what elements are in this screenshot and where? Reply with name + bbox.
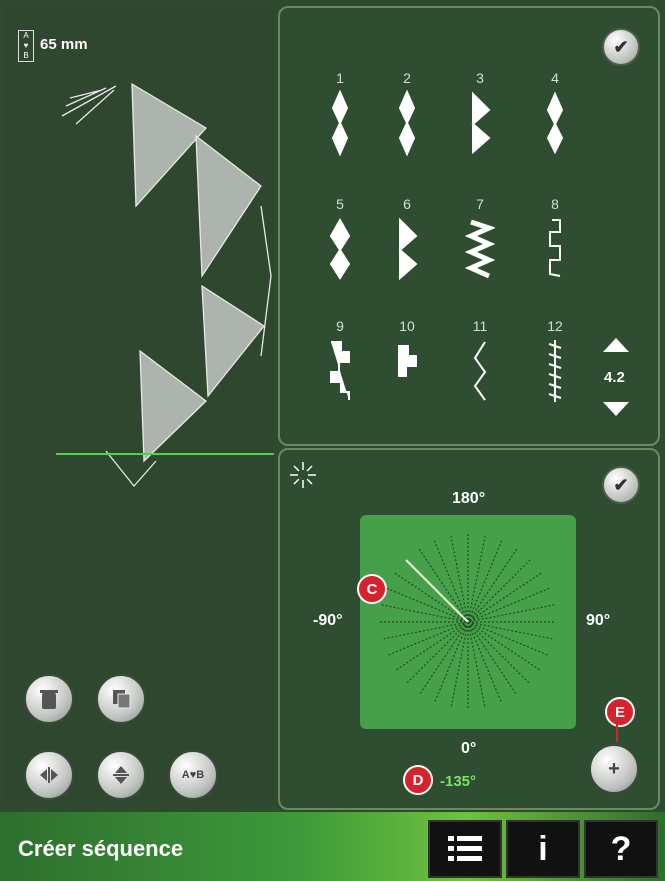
- stitch-number: 8: [551, 196, 559, 212]
- stitch-pattern-icon: [548, 340, 562, 402]
- stitch-pattern-icon: [398, 217, 418, 281]
- stitch-number: 11: [472, 318, 488, 334]
- callout-pointer: [616, 722, 618, 742]
- stitch-item[interactable]: 1: [305, 70, 375, 180]
- check-icon: ✔: [613, 474, 629, 495]
- abb-icon: A♥B: [181, 769, 205, 781]
- sunburst-icon: [290, 462, 316, 488]
- callout-marker-e: E: [605, 697, 635, 727]
- stitch-item[interactable]: 10: [372, 318, 442, 428]
- mirror-vertical-icon: [113, 766, 129, 784]
- current-angle-value: -135°: [440, 773, 477, 790]
- stitch-pattern-icon: [473, 341, 487, 401]
- scroll-up-arrow[interactable]: [603, 338, 629, 352]
- angle-dial-lines: [380, 534, 556, 710]
- stitch-item[interactable]: 6: [372, 196, 442, 306]
- angle-confirm-button[interactable]: ✔: [602, 466, 640, 504]
- dial-selected-line: [405, 559, 469, 623]
- mirror-horizontal-button[interactable]: [24, 750, 74, 800]
- stitch-pattern-icon: [331, 90, 349, 156]
- stitch-pattern-icon: [471, 91, 491, 155]
- callout-marker-d: D: [403, 765, 433, 795]
- stitch-pattern-icon: [465, 219, 495, 279]
- menu-list-button[interactable]: [428, 820, 502, 878]
- stitch-item[interactable]: 9: [305, 318, 375, 428]
- trash-icon: [40, 690, 58, 709]
- help-icon: ?: [610, 829, 632, 868]
- sequence-size-label: 65 mm: [40, 36, 88, 53]
- stitch-number: 6: [403, 196, 411, 212]
- sequence-stitch-preview: [56, 82, 274, 488]
- info-icon: i: [538, 829, 548, 868]
- stitch-item[interactable]: 5: [305, 196, 375, 306]
- stitch-item[interactable]: 8: [520, 196, 590, 306]
- stitch-item[interactable]: 7: [445, 196, 515, 306]
- stitch-pattern-icon: [329, 217, 351, 280]
- callout-marker-c: C: [357, 574, 387, 604]
- stitch-number: 10: [399, 318, 415, 334]
- mirror-vertical-button[interactable]: [96, 750, 146, 800]
- plus-icon: +: [608, 757, 620, 780]
- stitch-item[interactable]: 11: [445, 318, 515, 428]
- mirror-horizontal-icon: [40, 767, 58, 783]
- stitch-number: 4: [551, 70, 559, 86]
- stitch-number: 5: [336, 196, 344, 212]
- stitch-confirm-button[interactable]: ✔: [602, 28, 640, 66]
- help-button[interactable]: ?: [584, 820, 658, 878]
- stitch-item[interactable]: 12: [520, 318, 590, 428]
- copy-button[interactable]: [96, 674, 146, 724]
- footer-title: Créer séquence: [18, 836, 184, 861]
- angle-label-right: 90°: [586, 612, 611, 629]
- stitch-number: 7: [476, 196, 484, 212]
- footer-bar: Créer séquence i ?: [0, 812, 665, 881]
- check-icon: ✔: [613, 36, 629, 57]
- angle-label-bottom: 0°: [461, 740, 477, 757]
- stitch-pattern-icon: [330, 341, 350, 400]
- stitch-number: 9: [336, 318, 344, 334]
- stitch-pattern-icon: [546, 91, 564, 155]
- scroll-down-arrow[interactable]: [603, 402, 629, 416]
- stitch-item[interactable]: 2: [372, 70, 442, 180]
- angle-dial[interactable]: [360, 515, 576, 729]
- stitch-number: 2: [403, 70, 411, 86]
- angle-label-top: 180°: [452, 490, 486, 507]
- stitch-pattern-icon: [549, 219, 561, 277]
- stitch-item[interactable]: 4: [520, 70, 590, 180]
- text-sequence-button[interactable]: A♥B: [168, 750, 218, 800]
- angle-label-left: -90°: [313, 612, 343, 629]
- stitch-item[interactable]: 3: [445, 70, 515, 180]
- sequence-size-icon: A ♥ B: [18, 30, 34, 62]
- list-icon: [448, 836, 482, 861]
- sequence-preview-panel[interactable]: A ♥ B 65 mm A♥B: [6, 6, 274, 806]
- add-angle-button[interactable]: +: [589, 744, 639, 794]
- stitch-pattern-icon: [398, 90, 416, 156]
- delete-button[interactable]: [24, 674, 74, 724]
- stitch-pattern-icon: [398, 345, 417, 377]
- scroll-position-value: 4.2: [604, 369, 625, 386]
- info-button[interactable]: i: [506, 820, 580, 878]
- stitch-number: 12: [547, 318, 563, 334]
- stitch-number: 1: [336, 70, 344, 86]
- stitch-number: 3: [476, 70, 484, 86]
- copy-icon: [113, 690, 131, 709]
